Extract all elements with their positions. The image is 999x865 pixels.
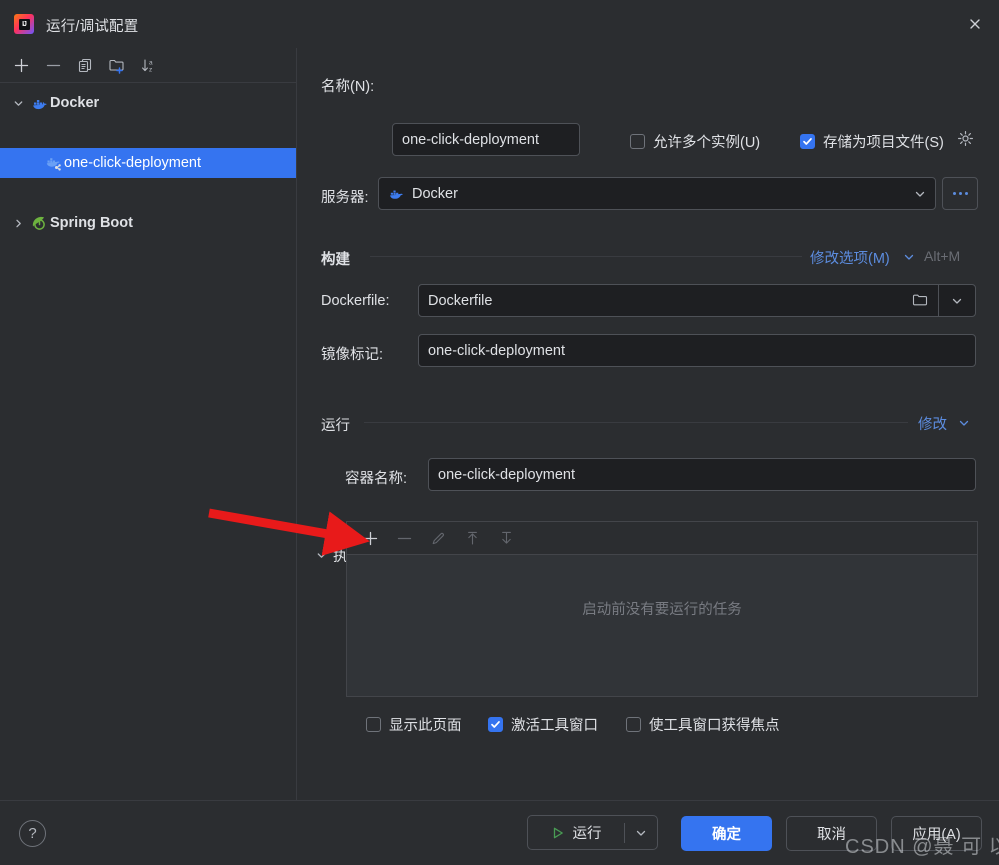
build-section-title: 构建 xyxy=(321,252,350,268)
spring-boot-icon xyxy=(28,214,50,232)
chevron-down-icon[interactable] xyxy=(8,98,28,109)
move-task-up-button[interactable] xyxy=(457,525,487,551)
dockerfile-field-group: Dockerfile xyxy=(418,284,976,317)
close-icon[interactable] xyxy=(959,8,991,40)
tree-node-label: Docker xyxy=(50,95,100,111)
modify-options-shortcut: Alt+M xyxy=(924,248,961,264)
dialog-title: 运行/调试配置 xyxy=(46,19,139,35)
tree-node-label: one-click-deployment xyxy=(64,155,202,171)
remove-configuration-button[interactable] xyxy=(38,51,68,79)
checkbox-label: 显示此页面 xyxy=(389,718,462,734)
name-label: 名称(N): xyxy=(321,79,375,95)
chevron-down-icon[interactable] xyxy=(958,416,970,434)
docker-icon xyxy=(28,95,50,112)
chevron-down-icon[interactable] xyxy=(905,188,935,200)
move-task-down-button[interactable] xyxy=(491,525,521,551)
before-launch-empty-text: 启动前没有要运行的任务 xyxy=(582,602,742,618)
checkbox-box xyxy=(626,717,641,732)
server-combobox[interactable]: Docker xyxy=(378,177,936,210)
run-split-button: 运行 xyxy=(527,815,658,850)
allow-multiple-instances-checkbox[interactable]: 允许多个实例(U) xyxy=(630,131,760,152)
store-as-project-file-checkbox[interactable]: 存储为项目文件(S) xyxy=(800,131,944,152)
server-more-button[interactable] xyxy=(942,177,978,210)
activate-tool-window-checkbox[interactable]: 激活工具窗口 xyxy=(488,714,598,735)
play-icon xyxy=(551,826,565,840)
tree-node-label: Spring Boot xyxy=(50,215,133,231)
run-button-label: 运行 xyxy=(572,826,602,842)
checkbox-box xyxy=(366,717,381,732)
server-value: Docker xyxy=(412,185,458,202)
sidebar-toolbar: a z xyxy=(0,48,296,83)
add-task-button[interactable] xyxy=(355,525,385,551)
build-section-rule xyxy=(370,256,802,257)
tree-node-one-click-deployment[interactable]: one-click-deployment xyxy=(0,148,296,178)
checkbox-label: 允许多个实例(U) xyxy=(653,135,761,151)
help-button[interactable]: ? xyxy=(19,820,46,847)
run-debug-configurations-dialog: IJ 运行/调试配置 a z Docker one-click-deployme… xyxy=(0,0,999,865)
configurations-tree: Docker one-click-deployment Spring Boot xyxy=(0,88,296,231)
image-tag-label: 镜像标记: xyxy=(321,347,384,363)
run-section-rule xyxy=(364,422,908,423)
folder-icon[interactable] xyxy=(902,293,938,308)
run-button[interactable]: 运行 xyxy=(528,816,624,849)
name-row: 名称(N): xyxy=(321,75,374,96)
run-dropdown-button[interactable] xyxy=(625,816,657,849)
run-section-title: 运行 xyxy=(321,418,350,434)
dockerfile-input[interactable]: Dockerfile xyxy=(419,293,902,309)
configurations-sidebar: a z Docker one-click-deployment Spring B… xyxy=(0,48,297,836)
image-tag-input[interactable]: one-click-deployment xyxy=(418,334,976,367)
checkbox-box xyxy=(630,134,645,149)
server-label: 服务器: xyxy=(321,190,369,206)
new-folder-button[interactable] xyxy=(102,51,132,79)
dialog-title-bar: IJ 运行/调试配置 xyxy=(0,0,999,48)
cancel-button[interactable]: 取消 xyxy=(786,816,877,851)
run-modify-link[interactable]: 修改 xyxy=(918,413,947,434)
focus-tool-window-checkbox[interactable]: 使工具窗口获得焦点 xyxy=(626,714,780,735)
svg-text:z: z xyxy=(149,66,152,73)
copy-configuration-button[interactable] xyxy=(70,51,100,79)
before-launch-task-list[interactable]: 启动前没有要运行的任务 xyxy=(346,554,978,697)
remove-task-button[interactable] xyxy=(389,525,419,551)
tree-node-docker[interactable]: Docker xyxy=(0,88,296,118)
name-input[interactable]: one-click-deployment xyxy=(392,123,580,156)
docker-icon xyxy=(388,186,404,202)
chevron-right-icon[interactable] xyxy=(8,218,28,229)
modify-options-link[interactable]: 修改选项(M) xyxy=(810,247,890,268)
tree-node-spring-boot[interactable]: Spring Boot xyxy=(0,208,296,238)
container-name-label: 容器名称: xyxy=(345,471,408,487)
chevron-down-icon[interactable] xyxy=(903,250,915,268)
ok-button[interactable]: 确定 xyxy=(681,816,772,851)
container-name-input[interactable]: one-click-deployment xyxy=(428,458,976,491)
docker-deploy-icon xyxy=(42,155,64,172)
show-this-page-checkbox[interactable]: 显示此页面 xyxy=(366,714,462,735)
add-configuration-button[interactable] xyxy=(6,51,36,79)
checkbox-label: 激活工具窗口 xyxy=(511,718,598,734)
dockerfile-label: Dockerfile: xyxy=(321,293,390,309)
chevron-down-icon[interactable] xyxy=(316,550,327,561)
before-launch-toolbar xyxy=(346,521,978,554)
checkbox-box xyxy=(488,717,503,732)
dockerfile-history-dropdown[interactable] xyxy=(939,295,975,307)
checkbox-box xyxy=(800,134,815,149)
checkbox-label: 存储为项目文件(S) xyxy=(823,135,944,151)
checkbox-label: 使工具窗口获得焦点 xyxy=(649,718,780,734)
intellij-idea-icon: IJ xyxy=(14,14,34,34)
sort-configurations-button[interactable]: a z xyxy=(134,51,164,79)
gear-icon[interactable] xyxy=(957,130,974,152)
apply-button[interactable]: 应用(A) xyxy=(891,816,982,851)
edit-task-button[interactable] xyxy=(423,525,453,551)
